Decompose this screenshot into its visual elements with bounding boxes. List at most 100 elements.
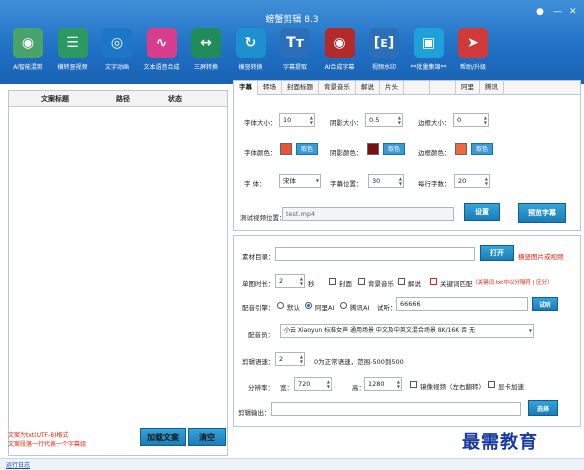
brain-icon: ◉ xyxy=(13,28,43,58)
test-video-label: 测试视频位置： xyxy=(240,214,286,222)
tab-6[interactable] xyxy=(404,81,430,95)
mirror-checkbox[interactable] xyxy=(410,381,417,388)
spin-arrows-icon[interactable]: ▲ ▼ xyxy=(399,176,402,186)
text-icon: Tᴛ xyxy=(280,28,310,58)
spin-arrows-icon[interactable]: ▲ ▼ xyxy=(485,176,488,186)
record-icon: ◉ xyxy=(324,28,355,58)
output-input[interactable] xyxy=(271,402,521,416)
engine-ali-label: 阿里AI xyxy=(315,304,335,312)
duration-input[interactable]: 2 ▲ ▼ xyxy=(275,274,305,288)
skin-icon[interactable]: ● xyxy=(536,7,544,17)
audition-button[interactable]: 试听 xyxy=(532,297,558,311)
gpu-label: 显卡加速 xyxy=(498,383,524,391)
open-button[interactable]: 打开 xyxy=(480,245,514,261)
tab-0[interactable]: 字幕 xyxy=(234,81,258,95)
voice-value: 小云 Xiaoyun 标准女声 通用场景 中文及中英文混合场景 8K/16K 否… xyxy=(284,327,475,334)
width-label: 宽： xyxy=(280,384,293,392)
tab-4[interactable]: 解说 xyxy=(356,81,380,95)
toolbar-button-10[interactable]: ➤ 帮助/升级 xyxy=(447,24,499,82)
tab-1[interactable]: 转场 xyxy=(258,81,282,95)
keyword-checkbox[interactable] xyxy=(430,278,437,285)
output-browse-button[interactable]: 选择 xyxy=(528,400,558,416)
position-input[interactable]: 30 ▲ ▼ xyxy=(368,174,404,188)
engine-ali-radio[interactable] xyxy=(305,302,312,309)
narration-label: 解说 xyxy=(408,280,421,288)
border-size-label: 边框大小： xyxy=(418,119,451,127)
watermark-text: 最需教育 xyxy=(462,432,538,453)
spin-arrows-icon[interactable]: ▲ ▼ xyxy=(398,115,401,125)
seconds-label: 秒 xyxy=(308,280,315,288)
engine-label: 配音引擎： xyxy=(242,304,275,312)
script-list-panel[interactable]: 文案标题 路径 状态 xyxy=(8,90,228,456)
font-color-label: 字体颜色： xyxy=(244,149,277,157)
col-title: 文案标题 xyxy=(41,94,69,103)
perline-value: 20 xyxy=(458,177,467,185)
col-status: 状态 xyxy=(168,94,182,103)
run-log-link[interactable]: 运行日志 xyxy=(6,460,30,469)
shadow-size-label: 阴影大小： xyxy=(330,119,363,127)
material-dir-label: 素材目录： xyxy=(242,253,275,261)
font-select[interactable]: 宋体 ▼ xyxy=(279,174,321,188)
border-color-label: 边框颜色： xyxy=(418,149,451,157)
rocket-icon: ➤ xyxy=(458,28,488,58)
font-value: 宋体 xyxy=(283,177,296,185)
chevron-down-icon[interactable]: ▼ xyxy=(316,178,319,183)
minimize-button[interactable]: — xyxy=(553,7,562,17)
chevron-down-icon[interactable]: ▼ xyxy=(529,328,532,333)
close-button[interactable]: ✕ xyxy=(569,7,577,17)
output-label: 剪辑输出： xyxy=(238,409,271,417)
tab-5[interactable]: 片头 xyxy=(380,81,404,95)
font-size-input[interactable]: 10 ▲ ▼ xyxy=(279,113,315,127)
speed-input[interactable]: 2 ▲ ▼ xyxy=(275,352,305,366)
format-note: 文案为txt(UTF-8)格式 xyxy=(8,432,69,439)
width-input[interactable]: 720 ▲ ▼ xyxy=(294,377,332,391)
perline-input[interactable]: 20 ▲ ▼ xyxy=(454,174,490,188)
position-value: 30 xyxy=(372,177,381,185)
shadow-size-input[interactable]: 0.5 ▲ ▼ xyxy=(365,113,403,127)
preview-subtitle-button[interactable]: 预览字幕 xyxy=(518,203,566,223)
engine-default-radio[interactable] xyxy=(277,302,284,309)
split-icon: ↔ xyxy=(191,28,221,58)
spin-arrows-icon[interactable]: ▲ ▼ xyxy=(300,276,303,286)
rotate-icon: ↻ xyxy=(235,28,266,58)
tab-9[interactable]: 腾讯 xyxy=(480,81,504,95)
material-dir-input[interactable] xyxy=(275,247,475,261)
width-value: 720 xyxy=(298,380,311,388)
spin-arrows-icon[interactable]: ▲ ▼ xyxy=(310,115,313,125)
tab-8[interactable]: 阿里 xyxy=(456,81,480,95)
test-video-input[interactable]: test.mp4 xyxy=(282,207,454,221)
engine-tencent-label: 腾讯AI xyxy=(350,304,370,312)
voice-select[interactable]: 小云 Xiaoyun 标准女声 通用场景 中文及中英文混合场景 8K/16K 否… xyxy=(280,324,534,338)
keyword-label: 关键词匹配 xyxy=(440,280,473,288)
perline-label: 每行字数： xyxy=(418,180,451,188)
tab-7[interactable] xyxy=(430,81,456,95)
load-script-button[interactable]: 加载文案 xyxy=(140,428,186,446)
shadow-color-button[interactable]: 取色 xyxy=(383,143,405,155)
engine-tencent-radio[interactable] xyxy=(340,302,347,309)
height-value: 1280 xyxy=(368,380,385,388)
clear-button[interactable]: 清空 xyxy=(188,428,226,446)
resolution-label: 分辨率： xyxy=(248,384,274,392)
tab-3[interactable]: 背景音乐 xyxy=(319,81,356,95)
spin-arrows-icon[interactable]: ▲ ▼ xyxy=(484,115,487,125)
gpu-checkbox[interactable] xyxy=(488,381,495,388)
spin-arrows-icon[interactable]: ▲ ▼ xyxy=(327,379,330,389)
narration-checkbox[interactable] xyxy=(398,278,405,285)
height-input[interactable]: 1280 ▲ ▼ xyxy=(364,377,402,391)
font-color-button[interactable]: 取色 xyxy=(296,143,318,155)
border-size-input[interactable]: 0 ▲ ▼ xyxy=(453,113,489,127)
spin-arrows-icon[interactable]: ▲ ▼ xyxy=(300,354,303,364)
col-path: 路径 xyxy=(116,94,130,103)
spin-arrows-icon[interactable]: ▲ ▼ xyxy=(397,379,400,389)
audition-input[interactable]: 66666 xyxy=(396,297,528,311)
list-header: 文案标题 路径 状态 xyxy=(9,91,227,107)
set-button[interactable]: 设置 xyxy=(464,203,500,221)
cover-checkbox[interactable] xyxy=(329,278,336,285)
tab-2[interactable]: 封面标题 xyxy=(282,81,319,95)
voice-label: 配音员： xyxy=(248,331,274,339)
font-color-swatch xyxy=(280,143,292,155)
status-bar: 运行日志 xyxy=(0,458,584,470)
font-size-label: 字体大小： xyxy=(244,119,277,127)
bgm-checkbox[interactable] xyxy=(358,278,365,285)
border-color-button[interactable]: 取色 xyxy=(471,143,493,155)
